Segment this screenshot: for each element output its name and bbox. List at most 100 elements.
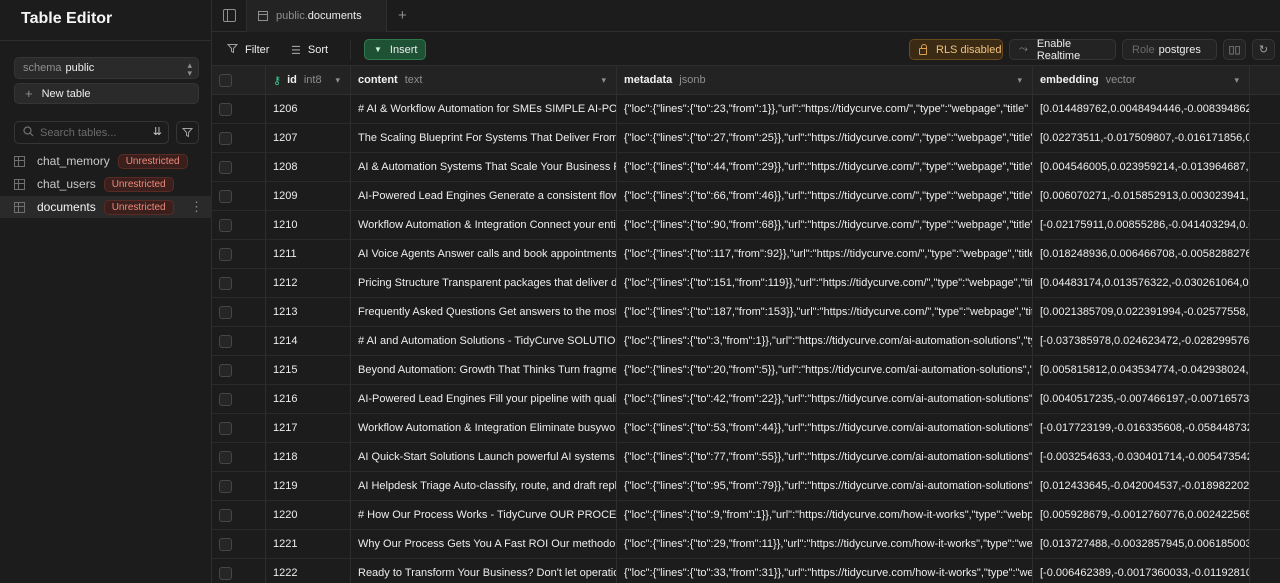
row-checkbox[interactable] — [219, 305, 232, 319]
cell-content[interactable]: AI & Automation Systems That Scale Your … — [351, 153, 617, 181]
cell-content[interactable]: AI Helpdesk Triage Auto-classify, route,… — [351, 472, 617, 500]
row-checkbox[interactable] — [219, 131, 232, 145]
cell-embedding[interactable]: [0.005928679,-0.0012760776,0.0024225651 — [1033, 501, 1250, 529]
row-checkbox[interactable] — [219, 189, 232, 203]
cell-metadata[interactable]: {"loc":{"lines":{"to":77,"from":55}},"ur… — [617, 443, 1033, 471]
row-checkbox[interactable] — [219, 102, 232, 116]
cell-content[interactable]: # How Our Process Works - TidyCurve OUR … — [351, 501, 617, 529]
definition-view-button[interactable]: ▯▯ — [1223, 39, 1246, 60]
cell-embedding[interactable]: [-0.037385978,0.024623472,-0.028299576,-… — [1033, 327, 1250, 355]
cell-content[interactable]: The Scaling Blueprint For Systems That D… — [351, 124, 617, 152]
table-row[interactable]: 1219 AI Helpdesk Triage Auto-classify, ro… — [212, 472, 1280, 501]
schema-select[interactable]: schema public ▴ ▾ — [14, 57, 199, 79]
table-row[interactable]: 1208 AI & Automation Systems That Scale Y… — [212, 153, 1280, 182]
cell-content[interactable]: AI-Powered Lead Engines Generate a consi… — [351, 182, 617, 210]
cell-content[interactable]: Ready to Transform Your Business? Don't … — [351, 559, 617, 583]
search-tables-input[interactable]: Search tables... ⇊ — [14, 121, 169, 144]
filter-tables-button[interactable] — [176, 121, 199, 144]
row-checkbox[interactable] — [219, 537, 232, 551]
cell-embedding[interactable]: [0.0040517235,-0.007466197,-0.0071657323 — [1033, 385, 1250, 413]
sidebar-toggle-icon[interactable] — [223, 9, 236, 22]
table-row[interactable]: 1212 Pricing Structure Transparent packag… — [212, 269, 1280, 298]
cell-content[interactable]: # AI & Workflow Automation for SMEs SIMP… — [351, 95, 617, 123]
row-checkbox[interactable] — [219, 334, 232, 348]
cell-embedding[interactable]: [0.012433645,-0.042004537,-0.018982202,-… — [1033, 472, 1250, 500]
cell-embedding[interactable]: [-0.02175911,0.00855286,-0.041403294,0.0… — [1033, 211, 1250, 239]
cell-metadata[interactable]: {"loc":{"lines":{"to":117,"from":92}},"u… — [617, 240, 1033, 268]
insert-button[interactable]: ▼ Insert — [364, 39, 426, 60]
row-checkbox[interactable] — [219, 363, 232, 377]
cell-content[interactable]: Frequently Asked Questions Get answers t… — [351, 298, 617, 326]
row-checkbox[interactable] — [219, 450, 232, 464]
table-row[interactable]: 1206 # AI & Workflow Automation for SMEs … — [212, 95, 1280, 124]
filter-button[interactable]: Filter — [226, 41, 269, 59]
table-row[interactable]: 1207 The Scaling Blueprint For Systems Th… — [212, 124, 1280, 153]
cell-id[interactable]: 1212 — [266, 269, 351, 297]
cell-metadata[interactable]: {"loc":{"lines":{"to":151,"from":119}},"… — [617, 269, 1033, 297]
cell-embedding[interactable]: [0.018248936,0.006466708,-0.0058288276,0… — [1033, 240, 1250, 268]
cell-id[interactable]: 1217 — [266, 414, 351, 442]
column-header-metadata[interactable]: metadata jsonb ▾ — [617, 66, 1033, 94]
cell-metadata[interactable]: {"loc":{"lines":{"to":29,"from":11}},"ur… — [617, 530, 1033, 558]
cell-id[interactable]: 1206 — [266, 95, 351, 123]
enable-realtime-button[interactable]: ⤳ Enable Realtime — [1009, 38, 1116, 62]
cell-id[interactable]: 1210 — [266, 211, 351, 239]
cell-content[interactable]: Beyond Automation: Growth That Thinks Tu… — [351, 356, 617, 384]
table-row[interactable]: 1209 AI-Powered Lead Engines Generate a c… — [212, 182, 1280, 211]
table-row[interactable]: 1213 Frequently Asked Questions Get answe… — [212, 298, 1280, 327]
cell-embedding[interactable]: [0.02273511,-0.017509807,-0.016171856,0.… — [1033, 124, 1250, 152]
cell-id[interactable]: 1208 — [266, 153, 351, 181]
cell-embedding[interactable]: [0.014489762,0.0048494446,-0.008394862 — [1033, 95, 1250, 123]
row-checkbox[interactable] — [219, 508, 232, 522]
cell-embedding[interactable]: [0.04483174,0.013576322,-0.030261064,0.0… — [1033, 269, 1250, 297]
cell-id[interactable]: 1213 — [266, 298, 351, 326]
row-checkbox[interactable] — [219, 247, 232, 261]
cell-metadata[interactable]: {"loc":{"lines":{"to":3,"from":1}},"url"… — [617, 327, 1033, 355]
table-row[interactable]: 1214 # AI and Automation Solutions - Tidy… — [212, 327, 1280, 356]
cell-id[interactable]: 1216 — [266, 385, 351, 413]
table-row[interactable]: 1220 # How Our Process Works - TidyCurve … — [212, 501, 1280, 530]
chevron-down-icon[interactable]: ▾ — [1234, 75, 1239, 86]
select-all-checkbox[interactable] — [219, 73, 232, 87]
cell-metadata[interactable]: {"loc":{"lines":{"to":20,"from":5}},"url… — [617, 356, 1033, 384]
cell-embedding[interactable]: [0.004546005,0.023959214,-0.013964687,0.… — [1033, 153, 1250, 181]
table-row[interactable]: 1216 AI-Powered Lead Engines Fill your pi… — [212, 385, 1280, 414]
cell-embedding[interactable]: [-0.017723199,-0.016335608,-0.058448732,… — [1033, 414, 1250, 442]
cell-content[interactable]: AI Quick-Start Solutions Launch powerful… — [351, 443, 617, 471]
cell-id[interactable]: 1220 — [266, 501, 351, 529]
refresh-button[interactable]: ↻ — [1252, 39, 1275, 60]
cell-content[interactable]: Why Our Process Gets You A Fast ROI Our … — [351, 530, 617, 558]
cell-embedding[interactable]: [0.005815812,0.043534774,-0.042938024,0.… — [1033, 356, 1250, 384]
cell-metadata[interactable]: {"loc":{"lines":{"to":44,"from":29}},"ur… — [617, 153, 1033, 181]
cell-id[interactable]: 1207 — [266, 124, 351, 152]
add-tab-icon[interactable]: + — [398, 7, 407, 24]
cell-metadata[interactable]: {"loc":{"lines":{"to":90,"from":68}},"ur… — [617, 211, 1033, 239]
column-header-content[interactable]: content text ▾ — [351, 66, 617, 94]
sidebar-item-chat-users[interactable]: chat_users Unrestricted — [0, 173, 212, 195]
chevron-down-icon[interactable]: ▾ — [335, 75, 340, 86]
tab-documents[interactable]: public. documents — [247, 0, 387, 32]
row-checkbox[interactable] — [219, 392, 232, 406]
column-header-id[interactable]: ⚷ id int8 ▾ — [266, 66, 351, 94]
table-row[interactable]: 1211 AI Voice Agents Answer calls and boo… — [212, 240, 1280, 269]
cell-embedding[interactable]: [-0.006462389,-0.0017360033,-0.011928102 — [1033, 559, 1250, 583]
role-select[interactable]: Role postgres — [1122, 39, 1217, 60]
row-checkbox[interactable] — [219, 566, 232, 580]
cell-metadata[interactable]: {"loc":{"lines":{"to":33,"from":31}},"ur… — [617, 559, 1033, 583]
more-options-icon[interactable]: ⋮ — [190, 199, 203, 215]
row-checkbox[interactable] — [219, 479, 232, 493]
cell-id[interactable]: 1211 — [266, 240, 351, 268]
cell-id[interactable]: 1221 — [266, 530, 351, 558]
cell-id[interactable]: 1209 — [266, 182, 351, 210]
cell-metadata[interactable]: {"loc":{"lines":{"to":23,"from":1}},"url… — [617, 95, 1033, 123]
cell-embedding[interactable]: [0.013727488,-0.0032857945,0.0061850036 — [1033, 530, 1250, 558]
rls-disabled-button[interactable]: RLS disabled — [909, 39, 1003, 60]
cell-id[interactable]: 1215 — [266, 356, 351, 384]
row-checkbox[interactable] — [219, 421, 232, 435]
row-checkbox[interactable] — [219, 276, 232, 290]
sort-order-icon[interactable]: ⇊ — [153, 125, 162, 138]
cell-metadata[interactable]: {"loc":{"lines":{"to":9,"from":1}},"url"… — [617, 501, 1033, 529]
chevron-down-icon[interactable]: ▾ — [1017, 75, 1022, 86]
sidebar-item-documents[interactable]: documents Unrestricted ⋮ — [0, 196, 212, 218]
cell-id[interactable]: 1219 — [266, 472, 351, 500]
